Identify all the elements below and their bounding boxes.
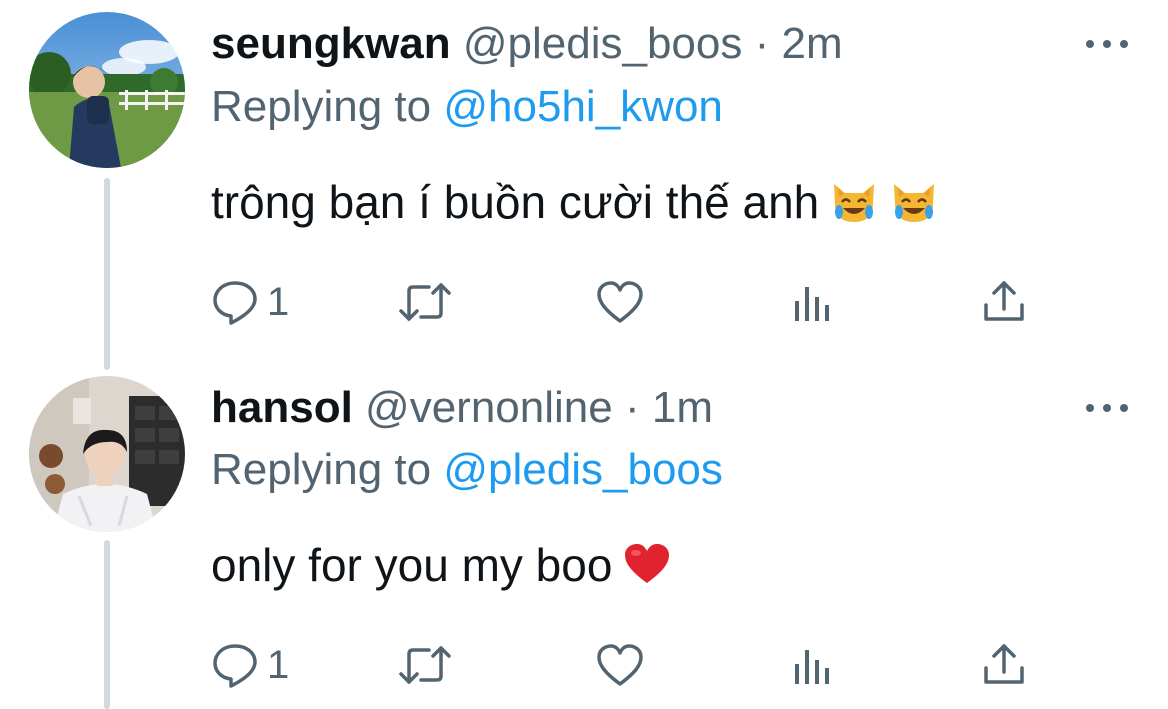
- tweet[interactable]: hansol @vernonline · 1m Replying to @ple…: [0, 360, 1168, 709]
- share-button[interactable]: [981, 277, 1027, 327]
- like-button[interactable]: [595, 277, 645, 327]
- handle[interactable]: @pledis_boos: [463, 19, 743, 68]
- red-heart-emoji: [622, 541, 672, 599]
- retweet-icon: [397, 642, 453, 688]
- analytics-icon: [791, 279, 835, 325]
- reply-button[interactable]: 1: [211, 640, 289, 690]
- reply-icon: [211, 279, 259, 325]
- separator: ·: [624, 383, 640, 432]
- like-button[interactable]: [595, 640, 645, 690]
- tweet-actions: 1: [211, 277, 1071, 327]
- more-icon[interactable]: [1086, 38, 1128, 50]
- retweet-icon: [397, 279, 453, 325]
- more-icon[interactable]: [1086, 402, 1128, 414]
- replying-to: Replying to @pledis_boos: [211, 444, 723, 496]
- share-button[interactable]: [981, 640, 1027, 690]
- crying-laughing-cat-emoji: [829, 178, 879, 236]
- analytics-icon: [791, 642, 835, 688]
- separator: ·: [754, 19, 770, 68]
- tweet[interactable]: seungkwan @pledis_boos · 2m Replying to …: [0, 0, 1168, 360]
- share-icon: [981, 279, 1027, 325]
- share-icon: [981, 642, 1027, 688]
- reply-icon: [211, 642, 259, 688]
- tweet-header: seungkwan @pledis_boos · 2m: [211, 18, 843, 70]
- retweet-button[interactable]: [397, 640, 453, 690]
- reply-button[interactable]: 1: [211, 277, 289, 327]
- replying-to: Replying to @ho5hi_kwon: [211, 81, 723, 133]
- like-icon: [595, 642, 645, 688]
- reply-count: 1: [267, 280, 290, 324]
- tweet-text: only for you my boo: [211, 537, 672, 599]
- tweet-text-content: only for you my boo: [211, 539, 613, 591]
- tweet-actions: 1: [211, 640, 1071, 690]
- reply-count: 1: [267, 643, 290, 687]
- display-name[interactable]: hansol: [211, 383, 353, 432]
- replying-to-mention[interactable]: @pledis_boos: [443, 445, 723, 494]
- avatar[interactable]: [29, 12, 185, 168]
- analytics-button[interactable]: [791, 640, 835, 690]
- replying-to-label: Replying to: [211, 82, 432, 131]
- replying-to-mention[interactable]: @ho5hi_kwon: [443, 82, 723, 131]
- like-icon: [595, 279, 645, 325]
- timestamp[interactable]: 1m: [652, 383, 713, 432]
- tweet-text-content: trông bạn í buồn cười thế anh: [211, 176, 820, 228]
- handle[interactable]: @vernonline: [365, 383, 613, 432]
- analytics-button[interactable]: [791, 277, 835, 327]
- retweet-button[interactable]: [397, 277, 453, 327]
- avatar[interactable]: [29, 376, 185, 532]
- replying-to-label: Replying to: [211, 445, 432, 494]
- timestamp[interactable]: 2m: [782, 19, 843, 68]
- tweet-text: trông bạn í buồn cười thế anh: [211, 174, 939, 236]
- display-name[interactable]: seungkwan: [211, 19, 451, 68]
- crying-laughing-cat-emoji: [889, 178, 939, 236]
- tweet-header: hansol @vernonline · 1m: [211, 382, 713, 434]
